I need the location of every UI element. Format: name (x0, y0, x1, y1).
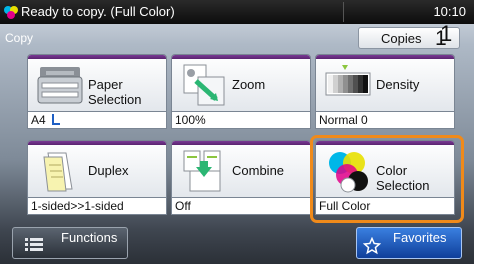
color-copy-status-icon (4, 6, 18, 19)
clock: 10:10 (433, 4, 466, 19)
combine-label: Combine (232, 163, 285, 178)
zoom-value: 100% (171, 112, 311, 129)
list-icon (25, 238, 43, 251)
color-selection-highlight (310, 135, 464, 223)
duplex-icon (43, 152, 73, 192)
portrait-orientation-icon (52, 114, 61, 125)
functions-label: Functions (61, 230, 118, 245)
zoom-button[interactable]: Zoom (171, 54, 311, 112)
paper-selection-value-text: A4 (31, 113, 46, 127)
paper-tray-icon (37, 67, 83, 104)
duplex-button[interactable]: Duplex (27, 140, 167, 198)
copies-label: Copies (381, 31, 422, 46)
paper-selection-value: A4 (27, 112, 167, 129)
duplex-value: 1-sided>>1-sided (27, 198, 167, 215)
paper-selection-button[interactable]: Paper Selection (27, 54, 167, 112)
status-message: Ready to copy. (Full Color) (21, 4, 175, 19)
combine-icon (183, 150, 221, 192)
density-icon (325, 65, 371, 96)
density-value: Normal 0 (315, 112, 455, 129)
zoom-label: Zoom (232, 77, 266, 92)
functions-button[interactable]: Functions (12, 227, 128, 259)
favorites-button[interactable]: Favorites (356, 227, 462, 259)
status-divider (343, 2, 344, 22)
callout-number: 1 (440, 21, 453, 46)
duplex-label: Duplex (88, 163, 129, 178)
copy-screen: Ready to copy. (Full Color) 10:10 Copy C… (0, 0, 474, 264)
paper-selection-label-line2: Selection (88, 92, 142, 107)
mode-label: Copy (5, 31, 34, 45)
zoom-icon (183, 64, 225, 106)
combine-button[interactable]: Combine (171, 140, 311, 198)
density-button[interactable]: Density (315, 54, 455, 112)
favorites-label: Favorites (393, 230, 447, 245)
star-icon (363, 237, 381, 255)
density-label: Density (376, 77, 420, 92)
paper-selection-label-line1: Paper (88, 77, 123, 92)
combine-value: Off (171, 198, 311, 215)
status-bar: Ready to copy. (Full Color) 10:10 (0, 0, 474, 24)
